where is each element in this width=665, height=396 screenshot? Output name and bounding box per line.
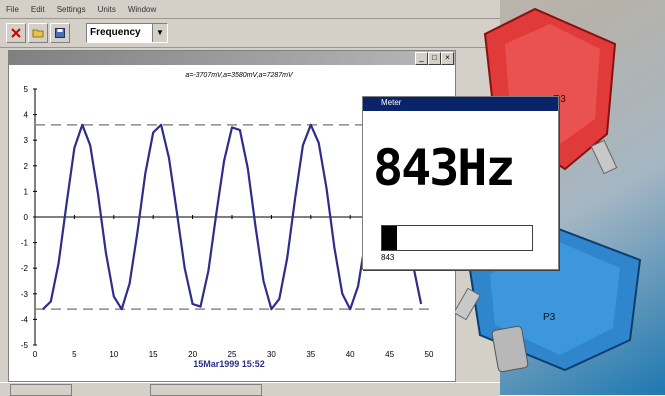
y-tick-label: -3 [21,290,29,299]
y-tick-label: -4 [21,315,29,324]
toolbar: Frequency ▼ [0,19,500,48]
status-bar [0,382,500,396]
maximize-button[interactable]: □ [428,52,441,65]
blue-device-label: P3 [543,312,556,323]
close-icon: × [445,53,450,62]
x-tick-label: 15 [149,350,158,359]
y-tick-label: 4 [24,111,29,120]
close-icon [11,28,21,38]
mode-select-value: Frequency [90,27,141,38]
menu-units[interactable]: Units [92,5,122,14]
open-button[interactable] [28,23,48,43]
x-tick-label: 20 [188,350,197,359]
x-tick-label: 0 [33,350,38,359]
y-tick-label: -5 [21,341,29,350]
status-panel-right [150,384,262,396]
scope-annotation: a=-3707mV,a=3580mV,a=7287mV [185,72,294,79]
chevron-down-icon[interactable]: ▼ [152,24,167,42]
y-tick-label: -1 [21,239,29,248]
y-tick-label: 1 [24,187,29,196]
stop-button[interactable] [6,23,26,43]
menu-edit[interactable]: Edit [25,5,51,14]
meter-title-bar: Meter [363,97,558,111]
meter-level-fill [382,226,397,250]
menu-bar: File Edit Settings Units Window [0,0,500,19]
x-tick-label: 30 [267,350,276,359]
y-tick-label: -2 [21,264,29,273]
scope-timestamp: 15Mar1999 15:52 [193,359,265,369]
scope-title-bar: _ □ × [9,51,455,65]
maximize-icon: □ [432,53,437,62]
y-tick-label: 2 [24,162,29,171]
status-panel-left [10,384,72,396]
meter-reading: 843Hz [373,139,516,197]
x-tick-label: 10 [109,350,118,359]
y-tick-label: 5 [24,85,29,94]
save-button[interactable] [50,23,70,43]
menu-settings[interactable]: Settings [51,5,92,14]
minimize-button[interactable]: _ [415,52,428,65]
x-tick-label: 5 [72,350,77,359]
x-tick-label: 50 [425,350,434,359]
x-tick-label: 40 [346,350,355,359]
meter-window: Meter 843Hz 843 [362,96,559,270]
x-tick-label: 35 [306,350,315,359]
close-button[interactable]: × [441,52,454,65]
mode-select[interactable]: Frequency ▼ [86,23,168,43]
menu-file[interactable]: File [0,5,25,14]
x-tick-label: 45 [385,350,394,359]
y-tick-label: 3 [24,136,29,145]
folder-icon [32,29,44,38]
meter-sub-label: 843 [381,253,395,262]
meter-level-bar [381,225,533,251]
x-tick-label: 25 [228,350,237,359]
menu-window[interactable]: Window [122,5,162,14]
meter-title: Meter [381,98,402,107]
y-tick-label: 0 [24,213,29,222]
save-icon [55,28,65,38]
